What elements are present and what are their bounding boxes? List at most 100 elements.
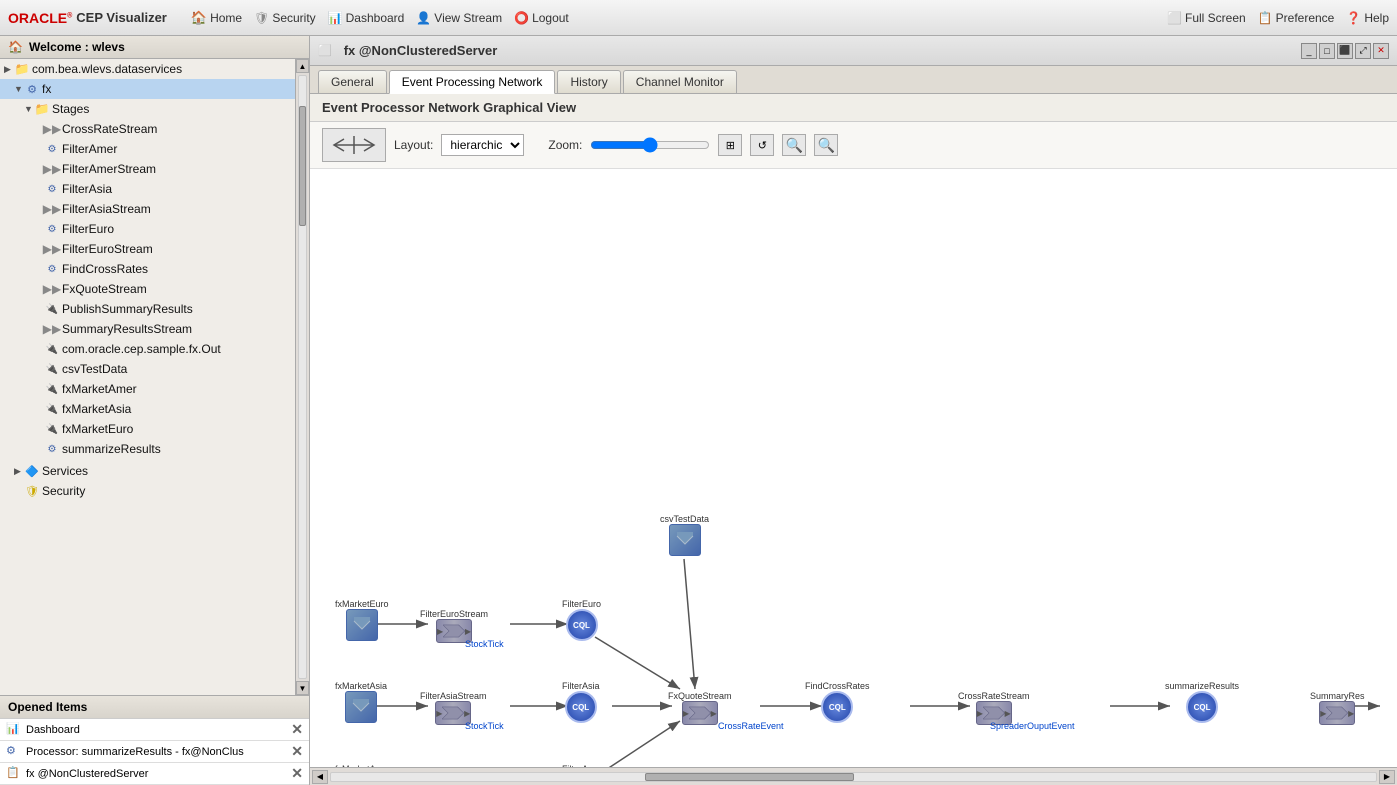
node-icon bbox=[682, 701, 718, 725]
tree-node-services[interactable]: ▶ 🔷 Services bbox=[0, 461, 295, 481]
node-label: FxQuoteStream bbox=[668, 691, 732, 701]
tree-label: FxQuoteStream bbox=[62, 282, 147, 296]
tree-node-publishsummary[interactable]: ▶ 🔌 PublishSummaryResults bbox=[0, 299, 295, 319]
win-close-btn[interactable]: ✕ bbox=[1373, 43, 1389, 59]
stream-icon: ▶▶ bbox=[44, 201, 60, 217]
node-fxmarketeuro[interactable]: fxMarketEuro bbox=[335, 599, 389, 641]
tree-node-findcrossrates[interactable]: ▶ ⚙ FindCrossRates bbox=[0, 259, 295, 279]
tree-node-summaryresults[interactable]: ▶ ▶▶ SummaryResultsStream bbox=[0, 319, 295, 339]
opened-item-close[interactable]: ✕ bbox=[291, 743, 303, 760]
nav-view-stream[interactable]: 👤 View Stream bbox=[416, 11, 502, 25]
node-label: csvTestData bbox=[660, 514, 709, 524]
layout-select[interactable]: hierarchic organic tree circular bbox=[441, 134, 524, 156]
opened-item-server[interactable]: 📋 fx @NonClusteredServer ✕ bbox=[0, 763, 309, 785]
zoom-fit-btn[interactable]: ⊞ bbox=[718, 134, 742, 156]
link-label-stocktick-asia: StockTick bbox=[465, 721, 504, 731]
tab-event-processing-network[interactable]: Event Processing Network bbox=[389, 70, 556, 94]
node-icon: CQL bbox=[821, 691, 853, 723]
node-summarizeresults[interactable]: summarizeResults CQL bbox=[1165, 681, 1239, 723]
zoom-out-btn[interactable]: 🔍 bbox=[814, 134, 838, 156]
node-summaryresults[interactable]: SummaryRes bbox=[1310, 691, 1365, 725]
nav-fullscreen[interactable]: ⬜ Full Screen bbox=[1167, 11, 1246, 25]
adapter-icon: 🔌 bbox=[44, 301, 60, 317]
tree-node-dataservices[interactable]: ▶ 📁 com.bea.wlevs.dataservices bbox=[0, 59, 295, 79]
win-minimize-btn[interactable]: _ bbox=[1301, 43, 1317, 59]
tree-node-crossratestream[interactable]: ▶ ▶▶ CrossRateStream bbox=[0, 119, 295, 139]
tree-node-filteramer[interactable]: ▶ ⚙ FilterAmer bbox=[0, 139, 295, 159]
node-filtereurostream[interactable]: FilterEuroStream bbox=[420, 609, 488, 643]
tree-label: CrossRateStream bbox=[62, 122, 157, 136]
tab-channel-monitor[interactable]: Channel Monitor bbox=[623, 70, 737, 93]
scroll-track bbox=[298, 75, 307, 679]
tree-label: SummaryResultsStream bbox=[62, 322, 192, 336]
scroll-up-btn[interactable]: ▲ bbox=[296, 59, 309, 73]
nav-security[interactable]: 🛡 Security bbox=[254, 11, 316, 25]
node-fxmarketasia[interactable]: fxMarketAsia bbox=[335, 681, 387, 723]
opened-item-close[interactable]: ✕ bbox=[291, 765, 303, 782]
nav-home[interactable]: 🏠 Home bbox=[191, 10, 242, 26]
tree-node-filtereurostream[interactable]: ▶ ▶▶ FilterEuroStream bbox=[0, 239, 295, 259]
tree-node-filteramerstream[interactable]: ▶ ▶▶ FilterAmerStream bbox=[0, 159, 295, 179]
node-label: FilterEuroStream bbox=[420, 609, 488, 619]
opened-item-dashboard[interactable]: 📊 Dashboard ✕ bbox=[0, 719, 309, 741]
win-maximize-btn[interactable]: ⬛ bbox=[1337, 43, 1353, 59]
tree-node-fxmarketasia[interactable]: ▶ 🔌 fxMarketAsia bbox=[0, 399, 295, 419]
h-scroll-thumb[interactable] bbox=[645, 773, 854, 781]
dashboard-item-icon: 📊 bbox=[6, 722, 22, 738]
zoom-actual-btn[interactable]: ↺ bbox=[750, 134, 774, 156]
opened-item-close[interactable]: ✕ bbox=[291, 721, 303, 738]
tree-node-fxmarketamer[interactable]: ▶ 🔌 fxMarketAmer bbox=[0, 379, 295, 399]
scroll-down-btn[interactable]: ▼ bbox=[296, 681, 309, 695]
tab-general[interactable]: General bbox=[318, 70, 387, 93]
node-icon: CQL bbox=[1186, 691, 1218, 723]
tree-node-summarizeresults[interactable]: ▶ ⚙ summarizeResults bbox=[0, 439, 295, 459]
node-filterasia[interactable]: FilterAsia CQL bbox=[562, 681, 600, 723]
tree-node-fx[interactable]: ▼ ⚙ fx bbox=[0, 79, 295, 99]
node-fxmarketamer[interactable]: fxMarketAmer bbox=[335, 764, 391, 767]
tree-wrapper: ▶ 📁 com.bea.wlevs.dataservices ▼ ⚙ fx ▼ … bbox=[0, 59, 309, 695]
tree-node-stages[interactable]: ▼ 📁 Stages bbox=[0, 99, 295, 119]
nav-preference[interactable]: 📋 Preference bbox=[1258, 11, 1335, 25]
tree-label: PublishSummaryResults bbox=[62, 302, 193, 316]
zoom-in-btn[interactable]: 🔍 bbox=[782, 134, 806, 156]
tree-node-filtereuro[interactable]: ▶ ⚙ FilterEuro bbox=[0, 219, 295, 239]
nav-dashboard[interactable]: 📊 Dashboard bbox=[328, 11, 405, 25]
nav-help[interactable]: ❓ Help bbox=[1346, 11, 1389, 25]
win-detach-btn[interactable]: ⤢ bbox=[1355, 43, 1371, 59]
network-canvas-area[interactable]: csvTestData fxMarketEuro FilterEuroStr bbox=[310, 169, 1397, 767]
tree-node-filterasiastream[interactable]: ▶ ▶▶ FilterAsiaStream bbox=[0, 199, 295, 219]
node-icon bbox=[1319, 701, 1355, 725]
tree-vscroll[interactable]: ▲ ▼ bbox=[295, 59, 309, 695]
tree-label: Security bbox=[42, 484, 85, 498]
content-header: ⬜ fx @NonClusteredServer _ □ ⬛ ⤢ ✕ bbox=[310, 36, 1397, 66]
adapter-icon: 🔌 bbox=[44, 341, 60, 357]
tree-node-fxmarketeuro[interactable]: ▶ 🔌 fxMarketEuro bbox=[0, 419, 295, 439]
tree-node-fxquotestream[interactable]: ▶ ▶▶ FxQuoteStream bbox=[0, 279, 295, 299]
node-fxquotestream[interactable]: FxQuoteStream bbox=[668, 691, 732, 725]
zoom-slider[interactable] bbox=[590, 137, 710, 153]
node-filterasiastream[interactable]: FilterAsiaStream bbox=[420, 691, 487, 725]
node-filteramer[interactable]: FilterAmer CQL bbox=[562, 764, 604, 767]
node-label: fxMarketEuro bbox=[335, 599, 389, 609]
node-icon bbox=[346, 609, 378, 641]
scroll-left-btn[interactable]: ◀ bbox=[312, 770, 328, 784]
zoom-label: Zoom: bbox=[548, 138, 582, 152]
tree-label: Stages bbox=[52, 102, 89, 116]
tab-history[interactable]: History bbox=[557, 70, 620, 93]
tree-node-filterasia[interactable]: ▶ ⚙ FilterAsia bbox=[0, 179, 295, 199]
node-filtereuro[interactable]: FilterEuro CQL bbox=[562, 599, 601, 641]
node-crossratestream[interactable]: CrossRateStream bbox=[958, 691, 1030, 725]
opened-item-processor[interactable]: ⚙ Processor: summarizeResults - fx@NonCl… bbox=[0, 741, 309, 763]
cql-icon: ⚙ bbox=[44, 141, 60, 157]
win-restore-btn[interactable]: □ bbox=[1319, 43, 1335, 59]
tree-label: fxMarketAmer bbox=[62, 382, 137, 396]
node-csvtestdata[interactable]: csvTestData bbox=[660, 514, 709, 556]
tree-node-csvtestdata[interactable]: ▶ 🔌 csvTestData bbox=[0, 359, 295, 379]
scroll-thumb[interactable] bbox=[299, 106, 306, 226]
node-findcrossrates[interactable]: FindCrossRates CQL bbox=[805, 681, 870, 723]
nav-logout[interactable]: ⭕ Logout bbox=[514, 11, 569, 25]
processor-item-icon: ⚙ bbox=[6, 744, 22, 760]
tree-node-cornoraclesample[interactable]: ▶ 🔌 com.oracle.cep.sample.fx.Out bbox=[0, 339, 295, 359]
tree-node-security[interactable]: ▶ 🛡 Security bbox=[0, 481, 295, 501]
scroll-right-btn[interactable]: ▶ bbox=[1379, 770, 1395, 784]
